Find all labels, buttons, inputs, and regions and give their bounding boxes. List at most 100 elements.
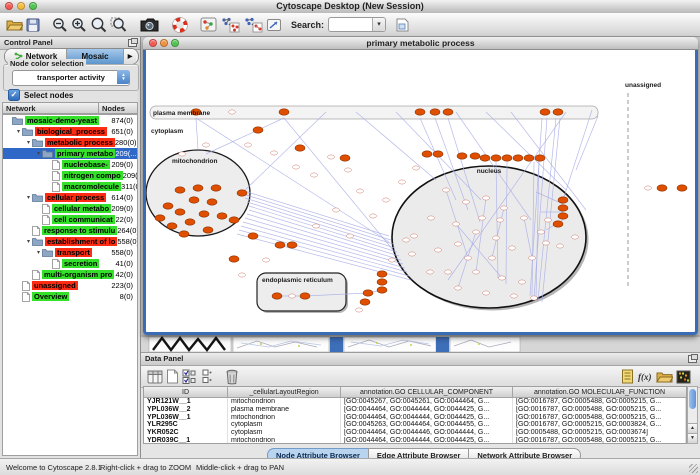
table-cell[interactable]: mitochondrion: [228, 398, 341, 406]
col-header-molecular-function[interactable]: annotation.GO MOLECULAR_FUNCTION: [513, 387, 686, 398]
table-cell[interactable]: mitochondrion: [228, 437, 341, 444]
search-input[interactable]: ▾: [328, 17, 386, 32]
tree-item[interactable]: secretion41(0): [3, 258, 137, 269]
table-cell[interactable]: YKR052C: [144, 429, 228, 437]
zoom-out-icon[interactable]: [52, 15, 68, 35]
tree-item[interactable]: mosaic-demo-yeast874(0): [3, 115, 137, 126]
scrollbar-thumb[interactable]: [689, 389, 696, 409]
merge-networks-alt-icon[interactable]: [243, 15, 263, 35]
save-session-icon[interactable]: [26, 15, 40, 35]
scroll-up-icon[interactable]: ▲: [688, 423, 697, 433]
resize-grip[interactable]: [689, 464, 698, 473]
table-cell[interactable]: mitochondrion: [228, 414, 341, 422]
tree-item-label[interactable]: secretion: [62, 259, 99, 268]
function-builder-icon[interactable]: f(x): [637, 367, 653, 387]
tab-overflow-button[interactable]: ▶: [124, 49, 136, 64]
table-cell[interactable]: YJR121W__1: [144, 398, 228, 406]
tree-item-label[interactable]: establishment of lo: [45, 237, 117, 246]
tree-item[interactable]: ▾metabolic process280(0): [3, 137, 137, 148]
open-file-icon[interactable]: [6, 15, 23, 35]
tree-item-label[interactable]: cellular metabo: [52, 204, 111, 213]
tree-item-label[interactable]: Overview: [32, 292, 69, 301]
float-panel-icon[interactable]: [688, 355, 697, 363]
table-cell[interactable]: [GO:0045263, GO:0044464, GO:0044455, G..…: [341, 421, 513, 429]
zoom-in-icon[interactable]: [71, 15, 87, 35]
tree-item[interactable]: multi-organism pro42(0): [3, 269, 137, 280]
table-cell[interactable]: [GO:0044464, GO:0044444, GO:0044425, G..…: [341, 406, 513, 414]
disclosure-triangle[interactable]: ▾: [35, 249, 42, 256]
col-header-cellular-component[interactable]: annotation.GO CELLULAR_COMPONENT: [341, 387, 513, 398]
table-cell[interactable]: [GO:0016787, GO:0005488, GO:0005215, G..…: [513, 414, 686, 422]
tree-item[interactable]: macromolecule311(0): [3, 181, 137, 192]
table-cell[interactable]: [GO:0016787, GO:0005488, GO:0005215, G..…: [513, 406, 686, 414]
table-row[interactable]: YPL036W__1mitochondrion[GO:0044464, GO:0…: [144, 414, 686, 422]
tree-item-label[interactable]: primary metabo: [55, 149, 115, 158]
tree-item-label[interactable]: nucleobase-: [62, 160, 110, 169]
tree-item[interactable]: ▾primary metabo209(...: [3, 148, 137, 159]
tree-item[interactable]: unassigned223(0): [3, 280, 137, 291]
disclosure-triangle[interactable]: ▾: [25, 139, 32, 146]
table-cell[interactable]: [GO:0005488, GO:0005215, GO:0003674]: [513, 429, 686, 437]
tree-item[interactable]: nucleobase-209(0): [3, 159, 137, 170]
attribute-batch-icon[interactable]: [201, 367, 213, 387]
table-cell[interactable]: cytoplasm: [228, 421, 341, 429]
disclosure-triangle[interactable]: ▾: [35, 150, 42, 157]
table-cell[interactable]: YDR039C__1: [144, 437, 228, 444]
search-configure-icon[interactable]: [395, 15, 410, 35]
tree-item-label[interactable]: transport: [55, 248, 92, 257]
network-window-titlebar[interactable]: primary metabolic process: [143, 37, 698, 50]
tree-item-label[interactable]: nitrogen compo: [62, 171, 123, 180]
table-cell[interactable]: [GO:0016787, GO:0005215, GO:0003824, G..…: [513, 421, 686, 429]
table-cell[interactable]: [GO:0016787, GO:0005488, GO:0005215, G..…: [513, 398, 686, 406]
select-attributes-icon[interactable]: [182, 367, 198, 387]
tree-item[interactable]: ▾biological_process651(0): [3, 126, 137, 137]
disclosure-triangle[interactable]: ▾: [25, 238, 32, 245]
tree-item-label[interactable]: unassigned: [32, 281, 78, 290]
tree-item[interactable]: cellular metabo209(0): [3, 203, 137, 214]
tree-item[interactable]: cell communicat22(0): [3, 214, 137, 225]
merge-networks-icon[interactable]: [220, 15, 240, 35]
snapshot-icon[interactable]: [139, 15, 160, 35]
table-cell[interactable]: [GO:0044464, GO:0044444, GO:0044425, G..…: [341, 414, 513, 422]
attribute-columns-icon[interactable]: [147, 367, 163, 387]
tree-item[interactable]: Overview8(0): [3, 291, 137, 302]
tree-item-label[interactable]: macromolecule: [62, 182, 121, 191]
table-cell[interactable]: [GO:0044464, GO:0044444, GO:0044425, G..…: [341, 437, 513, 444]
col-header-id[interactable]: ID: [144, 387, 228, 398]
table-row[interactable]: YLR295Ccytoplasm[GO:0045263, GO:0044464,…: [144, 421, 686, 429]
import-attributes-icon[interactable]: [656, 367, 673, 387]
create-attribute-icon[interactable]: [166, 367, 179, 387]
table-cell[interactable]: YPL036W__2: [144, 406, 228, 414]
network-canvas[interactable]: plasma membranecytoplasmmitochondrionnuc…: [143, 50, 698, 335]
table-cell[interactable]: YLR295C: [144, 421, 228, 429]
tree-item-label[interactable]: cell communicat: [52, 215, 115, 224]
delete-attribute-icon[interactable]: [225, 367, 239, 387]
tree-item-label[interactable]: metabolic process: [45, 138, 115, 147]
tree-header-network[interactable]: Network: [2, 102, 99, 114]
search-dropdown-icon[interactable]: ▾: [372, 18, 385, 31]
table-row[interactable]: YKR052Ccytoplasm[GO:0044464, GO:0044446,…: [144, 429, 686, 437]
scroll-down-icon[interactable]: ▼: [688, 433, 697, 443]
table-cell[interactable]: [GO:0044464, GO:0044446, GO:0044444, G..…: [341, 429, 513, 437]
network-graph[interactable]: plasma membranecytoplasmmitochondrionnuc…: [146, 50, 695, 332]
tree-item-label[interactable]: biological_process: [35, 127, 107, 136]
table-cell[interactable]: plasma membrane: [228, 406, 341, 414]
tree-item-label[interactable]: mosaic-demo-yeast: [25, 116, 99, 125]
table-row[interactable]: YPL036W__2plasma membrane[GO:0044464, GO…: [144, 406, 686, 414]
tree-item-label[interactable]: cellular process: [45, 193, 106, 202]
zoom-fit-icon[interactable]: [90, 15, 107, 35]
combo-stepper-icon[interactable]: ▲▼: [117, 70, 130, 84]
tree-item-label[interactable]: multi-organism pro: [42, 270, 114, 279]
float-panel-icon[interactable]: [128, 39, 137, 47]
disclosure-triangle[interactable]: ▾: [25, 194, 32, 201]
vizmapper-icon[interactable]: [266, 15, 282, 35]
node-color-attribute-select[interactable]: transporter activity ▲▼: [12, 70, 130, 86]
table-cell[interactable]: cytoplasm: [228, 429, 341, 437]
attribute-list-icon[interactable]: [621, 367, 634, 387]
tree-item[interactable]: ▾cellular process614(0): [3, 192, 137, 203]
zoom-selected-region-icon[interactable]: [110, 15, 127, 35]
tree-item[interactable]: nitrogen compo209(0): [3, 170, 137, 181]
table-row[interactable]: YJR121W__1mitochondrion[GO:0045267, GO:0…: [144, 398, 686, 406]
table-scrollbar[interactable]: ▲ ▼: [687, 386, 698, 444]
table-cell[interactable]: [GO:0045267, GO:0045261, GO:0044464, G..…: [341, 398, 513, 406]
